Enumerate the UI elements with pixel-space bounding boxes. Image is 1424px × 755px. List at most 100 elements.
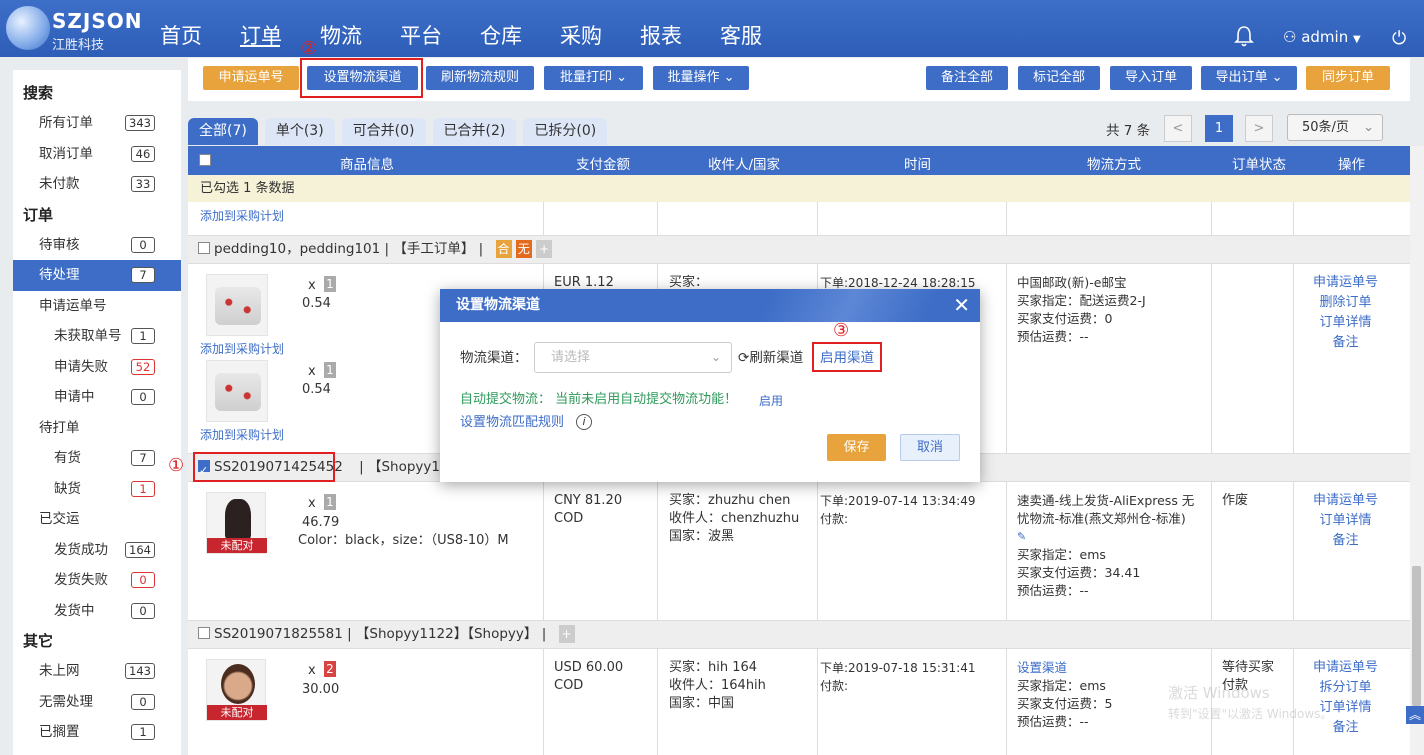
logistics-info: 设置渠道 买家指定：ems 买家支付运费：5 预估运费：-- <box>1017 659 1112 731</box>
sidebar-item[interactable]: 申请中 0 <box>13 382 181 413</box>
status-line: 等待买家 <box>1222 660 1275 675</box>
batch-print-button[interactable]: 批量打印 ⌄ <box>544 66 643 90</box>
scroll-top-icon[interactable]: ︽ <box>1406 706 1424 724</box>
delete-order-link[interactable]: 删除订单 <box>1313 294 1378 312</box>
import-orders-button[interactable]: 导入订单 <box>1110 66 1192 90</box>
add-to-purchase-plan-link[interactable]: 添加到采购计划 <box>200 426 284 443</box>
save-button[interactable]: 保存 <box>827 434 886 461</box>
remark-all-button[interactable]: 备注全部 <box>926 66 1008 90</box>
order-tab[interactable]: 已拆分(0) <box>523 118 608 145</box>
refresh-logistics-rules-button[interactable]: 刷新物流规则 <box>426 66 534 90</box>
sidebar-item[interactable]: 发货失败 0 <box>13 565 181 596</box>
order-tab[interactable]: 单个(3) <box>264 118 335 145</box>
sidebar-item[interactable]: 已交运 <box>13 504 181 535</box>
order-details-link[interactable]: 订单详情 <box>1313 512 1378 530</box>
sidebar-item[interactable]: 取消订单 46 <box>13 139 181 170</box>
order-actions: 申请运单号 删除订单 订单详情 备注 <box>1313 274 1378 352</box>
sync-orders-button[interactable]: 同步订单 <box>1306 66 1390 90</box>
close-icon[interactable]: ✕ <box>953 294 970 316</box>
apply-waybill-button[interactable]: 申请运单号 <box>203 66 299 90</box>
set-channel-link[interactable]: 设置渠道 <box>1017 659 1112 677</box>
batch-print-label: 批量打印 <box>559 70 612 85</box>
item-price: 0.54 <box>302 382 331 397</box>
add-tag-button[interactable]: + <box>536 240 553 258</box>
count-badge: 33 <box>131 176 155 192</box>
sidebar-item[interactable]: 所有订单 343 <box>13 108 181 139</box>
export-orders-button[interactable]: 导出订单 ⌄ <box>1201 66 1297 90</box>
nav-item[interactable]: 平台 <box>400 0 480 57</box>
add-to-purchase-plan-link[interactable]: 添加到采购计划 <box>200 207 284 224</box>
power-icon[interactable]: ⏻ <box>1392 28 1406 49</box>
order-checkbox[interactable] <box>198 627 210 639</box>
column-divider <box>657 202 658 235</box>
column-divider <box>1293 264 1294 453</box>
sidebar-item[interactable]: 发货成功 164 <box>13 535 181 566</box>
sidebar-item[interactable]: 待处理 7 <box>13 260 181 291</box>
sidebar-item-label: 发货中 <box>54 602 95 619</box>
page-1-button[interactable]: 1 <box>1205 115 1233 142</box>
sidebar-item[interactable]: 待打单 <box>13 413 181 444</box>
order-tab[interactable]: 已合并(2) <box>432 118 517 145</box>
add-tag-button[interactable]: + <box>558 625 575 643</box>
order-time: 下单:2019-07-18 15:31:41 <box>820 661 976 675</box>
next-page-button[interactable]: > <box>1245 115 1273 142</box>
page-size-select[interactable]: 50条/页 ⌄ <box>1287 114 1383 141</box>
order-tab[interactable]: 全部(7) <box>188 118 258 145</box>
apply-waybill-link[interactable]: 申请运单号 <box>1313 274 1378 292</box>
apply-waybill-link[interactable]: 申请运单号 <box>1313 492 1378 510</box>
product-thumbnail[interactable] <box>206 274 268 336</box>
product-thumbnail[interactable]: 未配对 <box>206 659 267 721</box>
apply-waybill-link[interactable]: 申请运单号 <box>1313 659 1378 677</box>
sidebar-item[interactable]: 未获取单号 1 <box>13 321 181 352</box>
sidebar-item[interactable]: 无需处理 0 <box>13 687 181 718</box>
logistics-info: 中国邮政(新)-e邮宝 买家指定：配送运费2-J 买家支付运费：0 预估运费：-… <box>1017 274 1146 346</box>
user-menu[interactable]: ⚇ admin ▼ <box>1283 28 1361 46</box>
order-group-header: SS2019071825581 | 【Shopyy1122】【Shopyy】 |… <box>188 620 1410 649</box>
nav-item[interactable]: 仓库 <box>480 0 560 57</box>
nav-item[interactable]: 报表 <box>640 0 720 57</box>
nav-item[interactable]: 采购 <box>560 0 640 57</box>
order-time: 下单:2019-07-14 13:34:49 <box>820 494 976 508</box>
nav-item[interactable]: 首页 <box>160 0 240 57</box>
remark-link[interactable]: 备注 <box>1313 334 1378 352</box>
nav-item[interactable]: 客服 <box>720 0 800 57</box>
order-tab[interactable]: 可合并(0) <box>341 118 426 145</box>
sidebar-item[interactable]: 待审核 0 <box>13 230 181 261</box>
bell-icon[interactable] <box>1234 25 1254 47</box>
product-thumbnail[interactable]: 未配对 <box>206 492 267 554</box>
cancel-button[interactable]: 取消 <box>900 434 960 461</box>
prev-page-button[interactable]: < <box>1164 115 1192 142</box>
sidebar-item[interactable]: 已搁置 1 <box>13 717 181 748</box>
count-badge: 143 <box>125 663 155 679</box>
channel-select[interactable]: 请选择 ⌄ <box>534 342 732 373</box>
batch-operations-button[interactable]: 批量操作 ⌄ <box>653 66 749 90</box>
info-icon[interactable]: i <box>576 414 592 430</box>
logistics-match-rules-link[interactable]: 设置物流匹配规则 <box>460 414 564 432</box>
refresh-channel-button[interactable]: ⟳刷新渠道 <box>738 349 803 367</box>
nav-item[interactable]: 物流 <box>320 0 400 57</box>
sidebar-item[interactable]: 未上网 143 <box>13 656 181 687</box>
remark-link[interactable]: 备注 <box>1313 532 1378 550</box>
order-details-link[interactable]: 订单详情 <box>1313 314 1378 332</box>
sidebar-item[interactable]: 发货中 0 <box>13 596 181 627</box>
enable-auto-submit-link[interactable]: 启用 <box>759 392 783 410</box>
order-header-text: pedding10，pedding101 | 【手工订单】 | <box>214 241 484 257</box>
sidebar-item[interactable]: 申请运单号 <box>13 291 181 322</box>
buyer-paid-shipping: 买家支付运费：5 <box>1017 696 1113 711</box>
product-thumbnail[interactable] <box>206 360 268 422</box>
sidebar-item[interactable]: 未付款 33 <box>13 169 181 200</box>
sidebar-item[interactable]: 申请失败 52 <box>13 352 181 383</box>
select-all-checkbox[interactable] <box>199 153 215 169</box>
scrollbar-thumb[interactable] <box>1412 566 1421 706</box>
mark-all-button[interactable]: 标记全部 <box>1018 66 1100 90</box>
sidebar-item[interactable]: 缺货 1 <box>13 474 181 505</box>
split-order-link[interactable]: 拆分订单 <box>1313 679 1378 697</box>
sidebar-item[interactable]: 有货 7 <box>13 443 181 474</box>
add-to-purchase-plan-link[interactable]: 添加到采购计划 <box>200 340 284 357</box>
order-checkbox[interactable] <box>198 242 210 254</box>
edit-icon[interactable]: ✎ <box>1017 528 1194 546</box>
column-divider <box>817 649 818 755</box>
count-badge: 0 <box>131 693 155 710</box>
column-divider <box>817 482 818 620</box>
channel-placeholder: 请选择 <box>551 350 591 365</box>
